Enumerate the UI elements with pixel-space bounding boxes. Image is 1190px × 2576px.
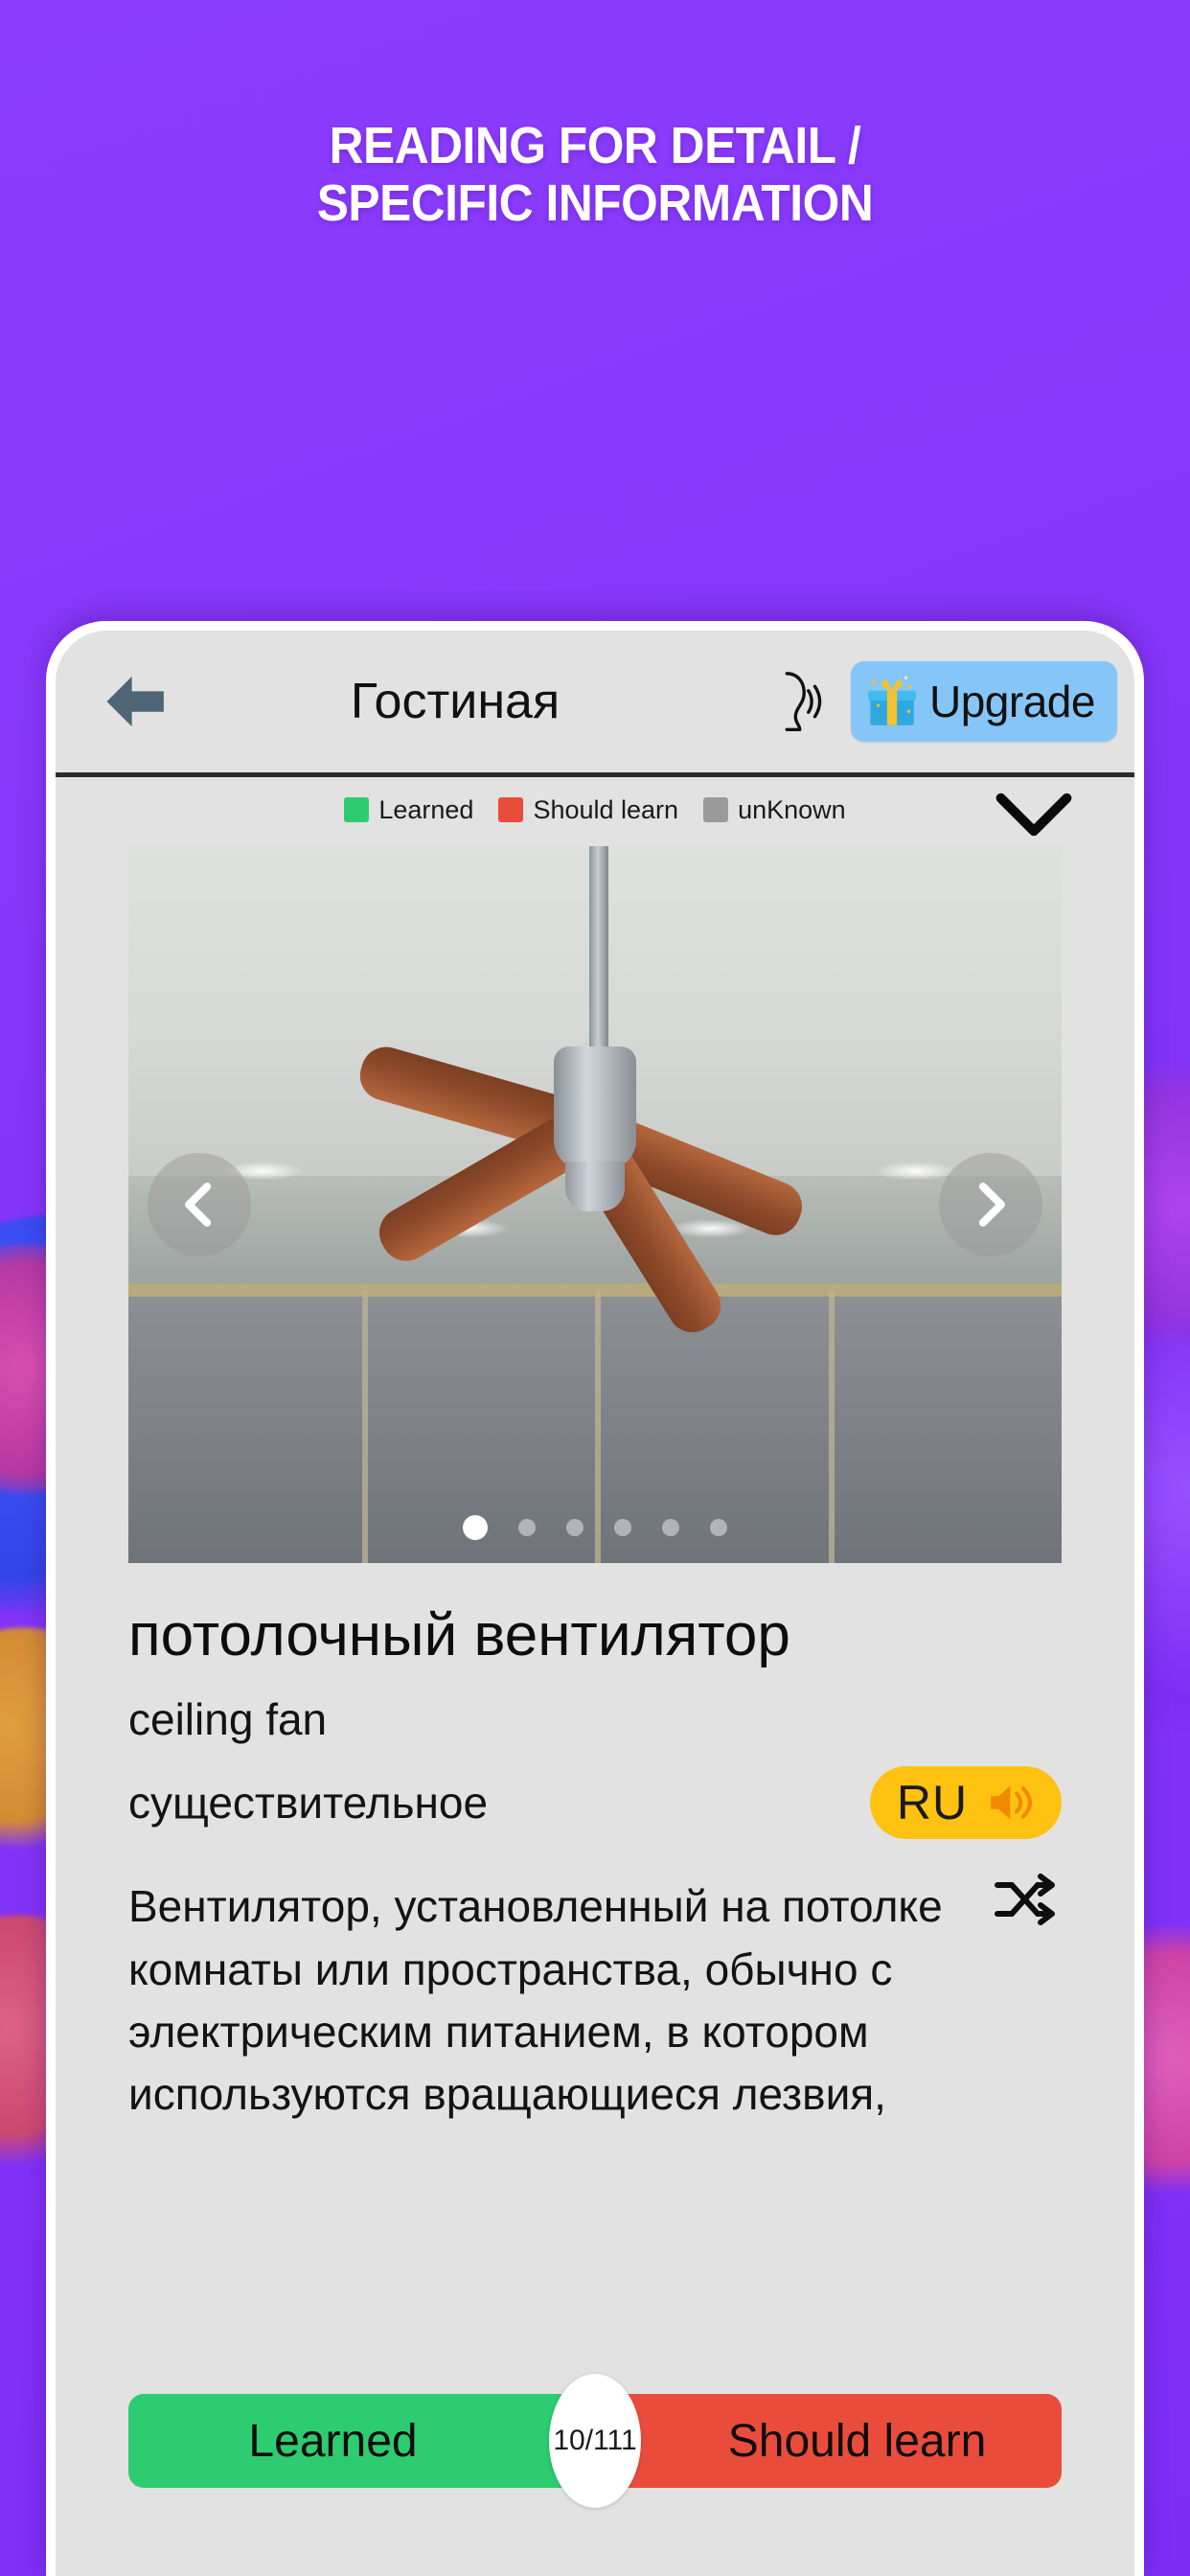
word-image (128, 846, 1062, 1563)
page-title: Гостиная (350, 674, 561, 729)
shuffle-button[interactable] (989, 1865, 1058, 1934)
legend-swatch-should-learn (498, 797, 524, 822)
speak-ru-label: RU (896, 1776, 969, 1830)
carousel-dot[interactable] (463, 1515, 488, 1540)
part-of-speech-row: существительное RU (56, 1745, 1134, 1840)
legend-swatch-learned (344, 797, 370, 822)
learned-button[interactable]: Learned (128, 2394, 595, 2488)
speak-button[interactable] (749, 657, 837, 746)
word-definition: Вентилятор, установленный на потолке ком… (128, 1881, 943, 2120)
shuffle-icon (995, 1874, 1055, 1925)
carousel-dot[interactable] (518, 1519, 536, 1536)
word-title: потолочный вентилятор (128, 1602, 790, 1668)
upgrade-button[interactable]: Upgrade (851, 661, 1117, 742)
arrow-left-icon (106, 676, 164, 727)
legend-item-learned: Learned (344, 795, 473, 825)
collapse-button[interactable] (993, 787, 1075, 846)
phone-mockup: Гостиная Upgrade Learned Should learn un… (46, 621, 1144, 2576)
legend-label-unknown: unKnown (738, 794, 846, 824)
carousel-next-button[interactable] (939, 1153, 1042, 1256)
speaker-icon (991, 1785, 1033, 1820)
legend-label-should-learn: Should learn (533, 794, 679, 824)
chevron-right-icon (978, 1183, 1005, 1227)
legend-swatch-unknown (703, 797, 729, 822)
carousel-dot[interactable] (662, 1519, 679, 1536)
carousel-prev-button[interactable] (148, 1153, 251, 1256)
should-learn-button[interactable]: Should learn (595, 2394, 1062, 2488)
carousel-dot[interactable] (614, 1519, 631, 1536)
legend-item-unknown: unKnown (703, 795, 846, 825)
speaking-head-icon (785, 672, 822, 731)
promo-title-line-1: READING FOR DETAIL / (329, 117, 861, 174)
chevron-left-icon (185, 1183, 212, 1227)
image-carousel[interactable] (128, 846, 1062, 1563)
word-translation: ceiling fan (128, 1694, 328, 1745)
legend-label-learned: Learned (378, 794, 474, 824)
word-card: потолочный вентилятор ceiling fan сущест… (56, 846, 1134, 2127)
carousel-dots (128, 1515, 1062, 1540)
upgrade-label: Upgrade (929, 677, 1095, 726)
app-screen: Гостиная Upgrade Learned Should learn un… (56, 631, 1134, 2576)
carousel-dot[interactable] (566, 1519, 584, 1536)
promo-title-line-2: SPECIFIC INFORMATION (316, 174, 874, 233)
status-legend: Learned Should learn unKnown (56, 777, 1134, 842)
speak-ru-button[interactable]: RU (870, 1766, 1062, 1840)
carousel-dot[interactable] (710, 1519, 727, 1536)
progress-badge[interactable]: 10/111 (549, 2374, 641, 2508)
legend-item-should-learn: Should learn (498, 795, 678, 825)
promo-title: READING FOR DETAIL / SPECIFIC INFORMATIO… (48, 117, 1143, 233)
part-of-speech: существительное (128, 1778, 489, 1828)
app-header: Гостиная Upgrade (56, 631, 1134, 772)
gift-icon (868, 676, 916, 725)
action-bar: Learned Should learn 10/111 (56, 2374, 1134, 2508)
chevron-down-icon (995, 793, 1072, 837)
